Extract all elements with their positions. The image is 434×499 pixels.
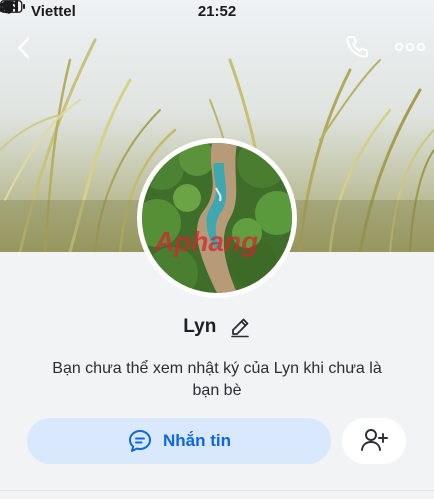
back-button[interactable]	[10, 34, 38, 62]
call-button[interactable]	[343, 33, 371, 61]
bottom-divider	[0, 490, 434, 491]
avatar-watermark-text: Aphang	[153, 226, 258, 257]
profile-avatar[interactable]: Aphang	[137, 138, 297, 298]
notice-line-2: bạn bè	[192, 382, 242, 399]
ellipsis-icon	[394, 42, 426, 52]
edit-name-button[interactable]	[229, 316, 251, 338]
avatar-image: Aphang	[142, 143, 292, 293]
status-time: 21:52	[197, 3, 237, 20]
more-options-button[interactable]	[392, 36, 428, 58]
battery-icon	[0, 0, 25, 13]
avatar-landscape-illustration: Aphang	[142, 143, 292, 293]
status-bar: Viettel 21:52	[0, 0, 434, 24]
chevron-left-icon	[17, 37, 30, 59]
profile-name: Lyn	[183, 316, 217, 337]
notice-line-1: Bạn chưa thể xem nhật ký của Lyn khi chư…	[52, 360, 382, 377]
pencil-icon	[230, 318, 249, 338]
add-friend-button[interactable]	[342, 418, 406, 464]
send-message-label: Nhắn tin	[163, 431, 231, 450]
phone-icon	[346, 36, 368, 58]
add-user-icon	[361, 428, 388, 451]
send-message-button[interactable]: Nhắn tin	[27, 418, 331, 464]
profile-name-row: Lyn	[0, 316, 434, 338]
chat-bubble-icon	[129, 430, 151, 452]
friend-restriction-notice: Bạn chưa thể xem nhật ký của Lyn khi chư…	[28, 358, 406, 402]
